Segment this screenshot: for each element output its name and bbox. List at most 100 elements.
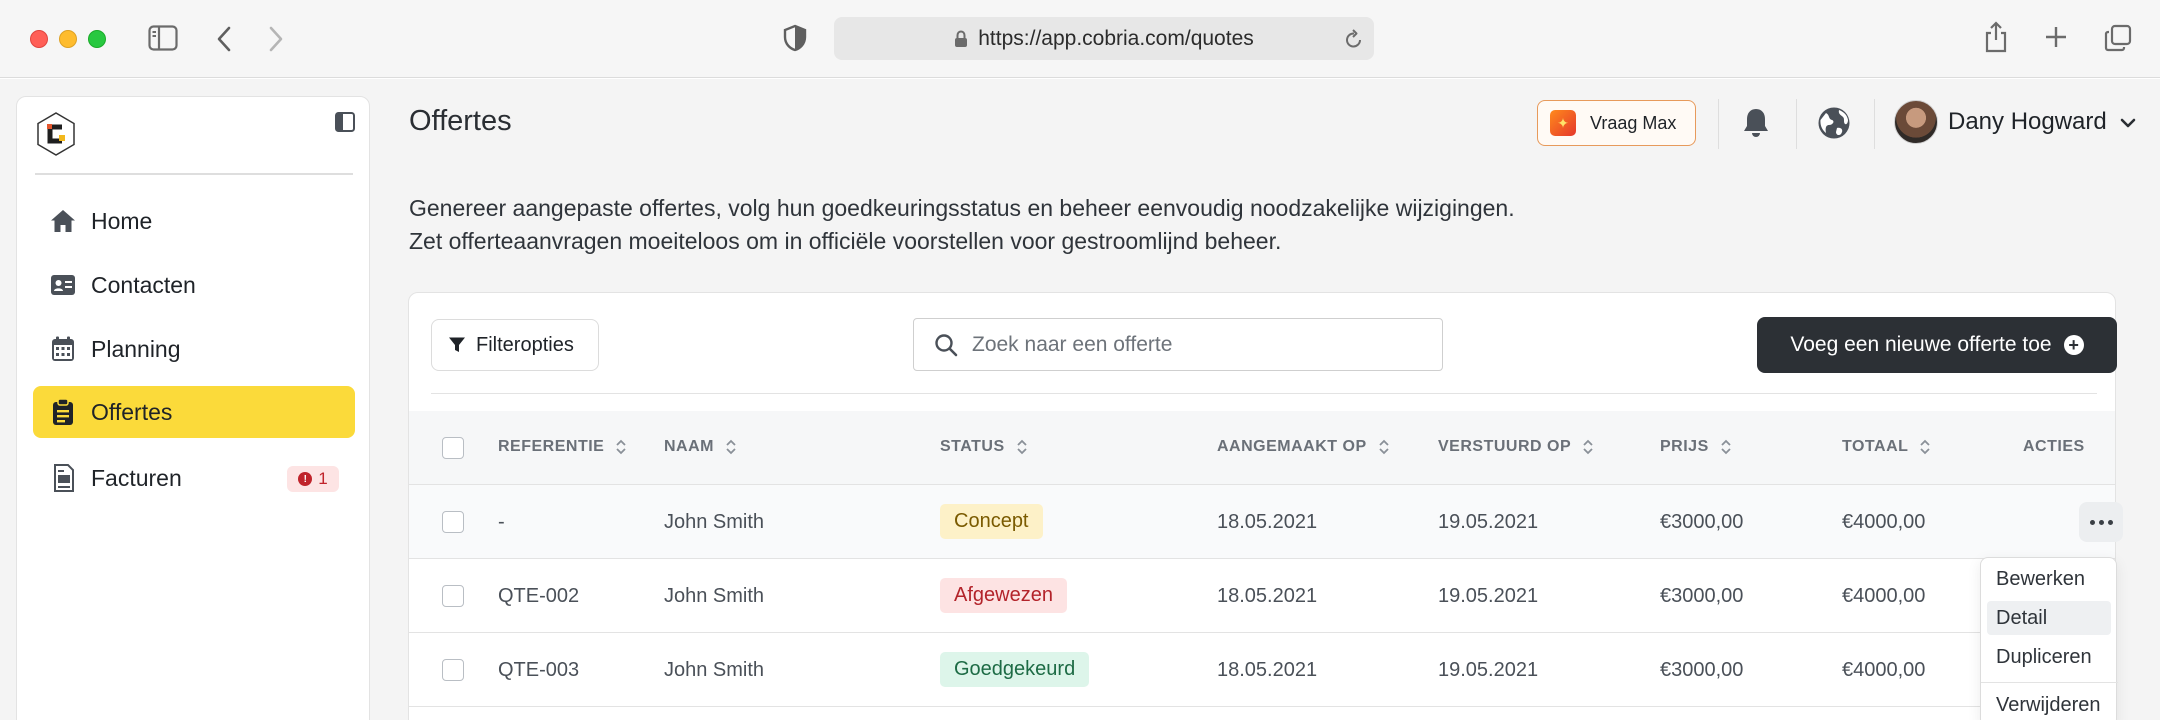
- cell-reference: QTE-003: [498, 659, 580, 681]
- column-header-reference[interactable]: REFERENTIE: [498, 438, 626, 456]
- shield-icon[interactable]: [783, 24, 807, 52]
- cell-created: 18.05.2021: [1217, 659, 1318, 681]
- sidebar-item-quotes[interactable]: Offertes: [33, 386, 355, 438]
- cell-total: €4000,00: [1842, 659, 1926, 681]
- sort-icon: [1378, 439, 1389, 455]
- more-dot: [2107, 519, 2113, 525]
- column-header-total[interactable]: TOTAAL: [1842, 438, 1931, 456]
- sort-icon: [1583, 439, 1593, 455]
- row-actions-menu: Bewerken Detail Dupliceren Verwijderen: [1980, 557, 2118, 720]
- table-row[interactable]: QTE-002 John Smith Afgewezen 18.05.2021 …: [409, 559, 2115, 633]
- search-icon: [935, 333, 958, 356]
- column-label: STATUS: [940, 438, 1005, 455]
- sidebar-item-planning[interactable]: Planning: [33, 323, 355, 375]
- sidebar-divider: [35, 173, 353, 175]
- add-quote-label: Voeg een nieuwe offerte toe: [1790, 333, 2052, 356]
- chevron-down-icon[interactable]: [2120, 115, 2136, 133]
- user-avatar[interactable]: [1894, 100, 1938, 144]
- row-checkbox[interactable]: [442, 585, 464, 607]
- cell-price: €3000,00: [1660, 511, 1744, 533]
- sidebar-item-label: Offertes: [91, 398, 173, 425]
- cell-total: €4000,00: [1842, 511, 1926, 533]
- new-tab-icon[interactable]: [2044, 25, 2068, 49]
- tab-overview-icon[interactable]: [2104, 24, 2132, 52]
- sidebar-item-label: Home: [91, 207, 153, 234]
- cell-created: 18.05.2021: [1217, 511, 1318, 533]
- clipboard-icon: [49, 398, 77, 426]
- column-header-price[interactable]: PRIJS: [1660, 438, 1731, 456]
- sort-icon: [1016, 439, 1027, 455]
- more-dot: [2098, 519, 2104, 525]
- search-field[interactable]: [913, 318, 1443, 371]
- column-label: PRIJS: [1660, 438, 1709, 455]
- column-header-status[interactable]: STATUS: [940, 438, 1027, 456]
- reload-icon[interactable]: [1344, 28, 1364, 50]
- cell-name: John Smith: [664, 585, 765, 607]
- lock-icon: [955, 29, 968, 47]
- column-header-created[interactable]: AANGEMAAKT OP: [1217, 438, 1389, 456]
- column-label: ACTIES: [2023, 438, 2085, 455]
- cell-name: John Smith: [664, 659, 765, 681]
- menu-item-edit[interactable]: Bewerken: [1987, 562, 2111, 596]
- filter-options-button[interactable]: Filteropties: [431, 319, 599, 371]
- minimize-window-button[interactable]: [59, 30, 77, 48]
- column-header-actions: ACTIES: [2023, 438, 2085, 456]
- app-logo: [35, 111, 77, 157]
- status-badge: Afgewezen: [940, 578, 1067, 613]
- url-text: https://app.cobria.com/quotes: [978, 26, 1254, 50]
- cell-sent: 19.05.2021: [1438, 585, 1539, 607]
- ask-max-button[interactable]: ✦ Vraag Max: [1537, 100, 1696, 146]
- description-line-1: Genereer aangepaste offertes, volg hun g…: [409, 195, 1515, 221]
- address-bar[interactable]: https://app.cobria.com/quotes: [834, 17, 1374, 60]
- forward-icon[interactable]: [268, 26, 284, 52]
- table-row[interactable]: QTE-003 John Smith Goedgekeurd 18.05.202…: [409, 633, 2115, 707]
- sidebar-item-label: Facturen: [91, 464, 182, 491]
- cell-reference: QTE-002: [498, 585, 580, 607]
- user-name[interactable]: Dany Hogward: [1948, 108, 2107, 136]
- search-input[interactable]: [972, 332, 1412, 357]
- sidebar-toggle-icon[interactable]: [148, 25, 178, 51]
- alert-icon: !: [298, 472, 313, 486]
- menu-item-detail[interactable]: Detail: [1987, 601, 2111, 635]
- toolbar-divider: [431, 393, 2097, 394]
- sort-icon: [1721, 439, 1731, 455]
- column-label: REFERENTIE: [498, 438, 605, 455]
- cell-name: John Smith: [664, 511, 765, 533]
- column-header-name[interactable]: NAAM: [664, 438, 736, 456]
- status-badge: Concept: [940, 504, 1043, 539]
- menu-divider: [1981, 682, 2118, 683]
- description-line-2: Zet offerteaanvragen moeiteloos om in of…: [409, 228, 1282, 254]
- globe-icon[interactable]: [1816, 105, 1852, 141]
- ask-max-label: Vraag Max: [1590, 112, 1677, 133]
- cell-sent: 19.05.2021: [1438, 511, 1539, 533]
- back-icon[interactable]: [216, 26, 232, 52]
- more-actions-button[interactable]: [2079, 502, 2123, 542]
- header-divider: [1874, 99, 1875, 149]
- cell-reference: -: [498, 511, 505, 533]
- row-checkbox[interactable]: [442, 659, 464, 681]
- collapse-sidebar-icon[interactable]: [335, 112, 355, 137]
- cell-price: €3000,00: [1660, 659, 1744, 681]
- table-row[interactable]: - John Smith Concept 18.05.2021 19.05.20…: [409, 485, 2123, 559]
- column-header-sent[interactable]: VERSTUURD OP: [1438, 438, 1593, 456]
- select-all-checkbox[interactable]: [442, 437, 464, 459]
- menu-item-delete[interactable]: Verwijderen: [1987, 688, 2111, 720]
- app-shell: Home Contacten Planning Offertes Facture: [0, 79, 2160, 720]
- menu-item-duplicate[interactable]: Dupliceren: [1987, 640, 2111, 674]
- header-divider: [1796, 99, 1797, 149]
- badge-count: 1: [318, 469, 328, 488]
- sidebar-item-invoices[interactable]: Facturen ! 1: [33, 452, 355, 504]
- close-window-button[interactable]: [30, 30, 48, 48]
- maximize-window-button[interactable]: [88, 30, 106, 48]
- row-checkbox[interactable]: [442, 511, 464, 533]
- sidebar-item-contacts[interactable]: Contacten: [33, 259, 355, 311]
- share-icon[interactable]: [1984, 21, 2008, 53]
- sort-icon: [1920, 439, 1931, 455]
- quotes-card: Filteropties Voeg een nieuwe offerte toe…: [408, 292, 2123, 720]
- plus-circle-icon: +: [2063, 335, 2084, 355]
- add-quote-button[interactable]: Voeg een nieuwe offerte toe +: [1757, 317, 2117, 373]
- sort-icon: [616, 439, 626, 455]
- sidebar-item-home[interactable]: Home: [33, 195, 355, 247]
- notification-bell-icon[interactable]: [1738, 105, 1774, 141]
- page-description: Genereer aangepaste offertes, volg hun g…: [409, 192, 1515, 258]
